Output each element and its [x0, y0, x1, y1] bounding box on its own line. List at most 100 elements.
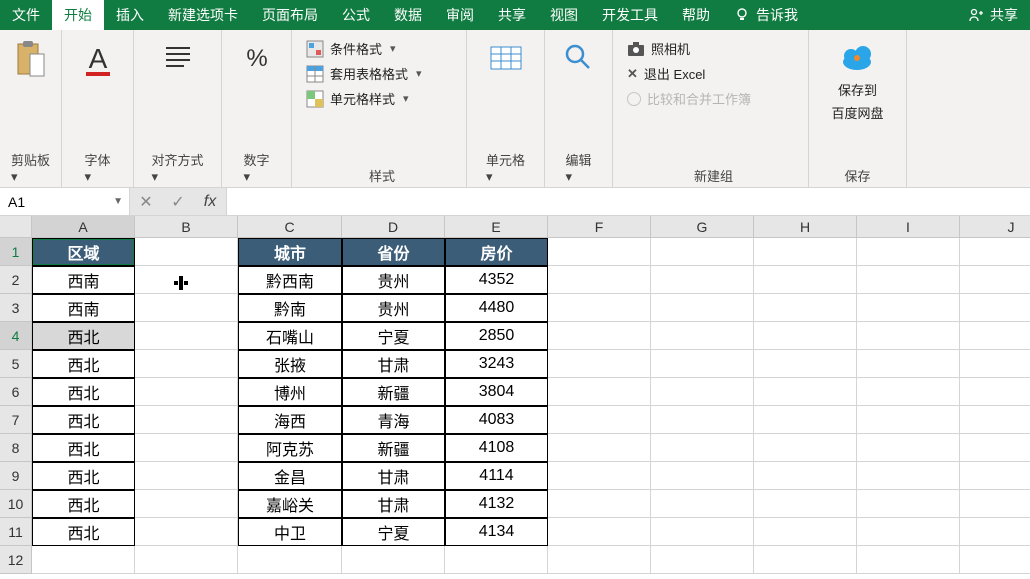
row-header-5[interactable]: 5: [0, 350, 32, 378]
tab-newtab[interactable]: 新建选项卡: [156, 0, 250, 30]
cell-A3[interactable]: 西南: [32, 294, 135, 322]
cell-D12[interactable]: [342, 546, 445, 574]
cell-H10[interactable]: [754, 490, 857, 518]
cell-C6[interactable]: 博州: [238, 378, 342, 406]
cell-D1[interactable]: 省份: [342, 238, 445, 266]
row-header-3[interactable]: 3: [0, 294, 32, 322]
cell-F7[interactable]: [548, 406, 651, 434]
chevron-down-icon[interactable]: ▾: [84, 169, 91, 184]
cell-J11[interactable]: [960, 518, 1030, 546]
chevron-down-icon[interactable]: ▾: [243, 169, 250, 184]
row-header-6[interactable]: 6: [0, 378, 32, 406]
share-button[interactable]: 共享: [956, 0, 1030, 30]
cell-A8[interactable]: 西北: [32, 434, 135, 462]
cell-F4[interactable]: [548, 322, 651, 350]
cell-H5[interactable]: [754, 350, 857, 378]
cell-B8[interactable]: [135, 434, 238, 462]
cell-E10[interactable]: 4132: [445, 490, 548, 518]
cell-D4[interactable]: 宁夏: [342, 322, 445, 350]
col-header-J[interactable]: J: [960, 216, 1030, 238]
col-header-A[interactable]: A: [32, 216, 135, 238]
cell-J1[interactable]: [960, 238, 1030, 266]
cell-B7[interactable]: [135, 406, 238, 434]
cell-I7[interactable]: [857, 406, 960, 434]
cell-J12[interactable]: [960, 546, 1030, 574]
cell-G2[interactable]: [651, 266, 754, 294]
cell-F5[interactable]: [548, 350, 651, 378]
cell-H6[interactable]: [754, 378, 857, 406]
cell-B2[interactable]: [135, 266, 238, 294]
cell-C7[interactable]: 海西: [238, 406, 342, 434]
cell-J7[interactable]: [960, 406, 1030, 434]
row-header-1[interactable]: 1: [0, 238, 32, 266]
cell-D6[interactable]: 新疆: [342, 378, 445, 406]
cell-A9[interactable]: 西北: [32, 462, 135, 490]
cell-G9[interactable]: [651, 462, 754, 490]
cell-C1[interactable]: 城市: [238, 238, 342, 266]
cell-F11[interactable]: [548, 518, 651, 546]
cell-C2[interactable]: 黔西南: [238, 266, 342, 294]
tab-insert[interactable]: 插入: [104, 0, 156, 30]
cell-J8[interactable]: [960, 434, 1030, 462]
cell-H2[interactable]: [754, 266, 857, 294]
cell-G6[interactable]: [651, 378, 754, 406]
cell-F10[interactable]: [548, 490, 651, 518]
cell-A10[interactable]: 西北: [32, 490, 135, 518]
cell-I9[interactable]: [857, 462, 960, 490]
cell-D2[interactable]: 贵州: [342, 266, 445, 294]
cell-I12[interactable]: [857, 546, 960, 574]
tab-tellme[interactable]: 告诉我: [722, 0, 810, 30]
cell-J2[interactable]: [960, 266, 1030, 294]
cell-I8[interactable]: [857, 434, 960, 462]
col-header-B[interactable]: B: [135, 216, 238, 238]
col-header-F[interactable]: F: [548, 216, 651, 238]
cell-A4[interactable]: 西北: [32, 322, 135, 350]
select-all-corner[interactable]: [0, 216, 32, 238]
col-header-G[interactable]: G: [651, 216, 754, 238]
cell-G4[interactable]: [651, 322, 754, 350]
cell-E5[interactable]: 3243: [445, 350, 548, 378]
cell-G12[interactable]: [651, 546, 754, 574]
cell-G10[interactable]: [651, 490, 754, 518]
cell-H8[interactable]: [754, 434, 857, 462]
cell-G5[interactable]: [651, 350, 754, 378]
tab-help[interactable]: 帮助: [670, 0, 722, 30]
cell-E12[interactable]: [445, 546, 548, 574]
tab-developer[interactable]: 开发工具: [590, 0, 670, 30]
cell-B5[interactable]: [135, 350, 238, 378]
cell-E8[interactable]: 4108: [445, 434, 548, 462]
cell-I10[interactable]: [857, 490, 960, 518]
conditional-format-button[interactable]: 条件格式▾: [306, 36, 422, 61]
cell-H7[interactable]: [754, 406, 857, 434]
tab-file[interactable]: 文件: [0, 0, 52, 30]
cells-button[interactable]: [482, 36, 530, 80]
camera-button[interactable]: 照相机: [627, 36, 751, 61]
formula-input[interactable]: [227, 188, 1030, 215]
chevron-down-icon[interactable]: ▾: [11, 169, 18, 184]
cell-I1[interactable]: [857, 238, 960, 266]
cell-C4[interactable]: 石嘴山: [238, 322, 342, 350]
cell-B10[interactable]: [135, 490, 238, 518]
cell-J3[interactable]: [960, 294, 1030, 322]
number-button[interactable]: %: [233, 36, 281, 80]
chevron-down-icon[interactable]: ▾: [151, 169, 158, 184]
cell-style-button[interactable]: 单元格样式▾: [306, 86, 422, 111]
chevron-down-icon[interactable]: ▾: [565, 169, 572, 184]
cell-F1[interactable]: [548, 238, 651, 266]
cell-E1[interactable]: 房价: [445, 238, 548, 266]
chevron-down-icon[interactable]: ▼: [113, 196, 123, 207]
cancel-formula-button[interactable]: ✕: [130, 192, 162, 212]
cell-D11[interactable]: 宁夏: [342, 518, 445, 546]
cell-D10[interactable]: 甘肃: [342, 490, 445, 518]
cell-A1[interactable]: 区域: [32, 238, 135, 266]
cell-B4[interactable]: [135, 322, 238, 350]
cell-H1[interactable]: [754, 238, 857, 266]
row-header-11[interactable]: 11: [0, 518, 32, 546]
cell-I6[interactable]: [857, 378, 960, 406]
chevron-down-icon[interactable]: ▾: [486, 169, 493, 184]
cell-G8[interactable]: [651, 434, 754, 462]
cell-A11[interactable]: 西北: [32, 518, 135, 546]
cell-I4[interactable]: [857, 322, 960, 350]
cell-G3[interactable]: [651, 294, 754, 322]
row-header-8[interactable]: 8: [0, 434, 32, 462]
